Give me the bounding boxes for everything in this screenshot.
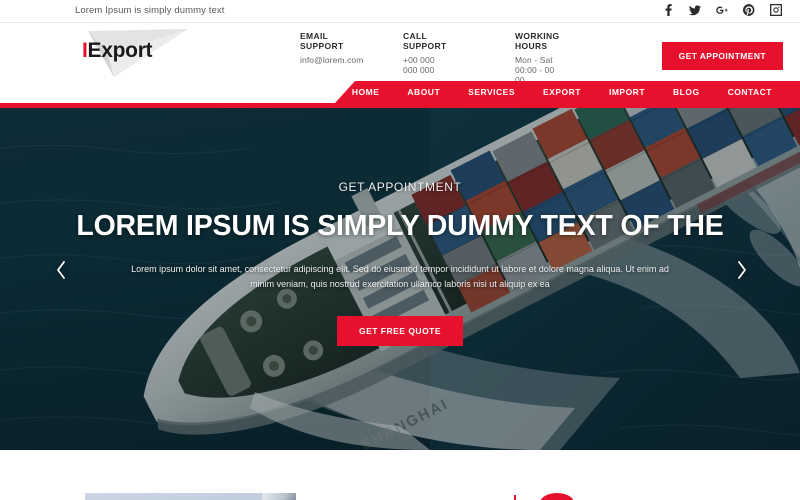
hero-carousel: SHANGHAI GET APPOINTMENT LOREM IPSUM IS … [0,108,800,450]
top-bar: Lorem Ipsum is simply dummy text [0,0,800,23]
page-root: Lorem Ipsum is simply dummy text IExport… [0,0,800,500]
main-navigation: HOME ABOUT SERVICES EXPORT IMPORT BLOG C… [0,81,800,108]
nav-list: HOME ABOUT SERVICES EXPORT IMPORT BLOG C… [345,81,800,103]
logo[interactable]: IExport [70,27,200,79]
hero-content: GET APPOINTMENT LOREM IPSUM IS SIMPLY DU… [0,180,800,347]
get-appointment-button[interactable]: GET APPOINTMENT [661,42,783,70]
instagram-icon[interactable] [770,4,782,16]
contact-email-value[interactable]: info@lorem.com [300,55,363,65]
contact-hours-title: WORKING HOURS [515,31,560,51]
nav-item-contact[interactable]: CONTACT [714,87,786,97]
google-plus-icon[interactable] [716,4,728,16]
nav-item-blog[interactable]: BLOG [659,87,714,97]
top-bar-tagline: Lorem Ipsum is simply dummy text [75,5,225,16]
accent-line-peek [514,495,516,500]
facebook-icon[interactable] [662,4,674,16]
site-header: IExport EMAIL SUPPORT info@lorem.com CAL… [0,23,800,85]
carousel-prev-icon[interactable] [48,257,74,283]
nav-item-import[interactable]: IMPORT [595,87,659,97]
service-image-tip-peek [262,493,296,500]
service-image-peek [85,493,280,500]
contact-email-title: EMAIL SUPPORT [300,31,344,51]
twitter-icon[interactable] [689,4,701,16]
contact-hours: WORKING HOURS Mon - Sat 00:00 - 00 00 [515,31,559,85]
nav-item-home[interactable]: HOME [338,87,394,97]
carousel-next-icon[interactable] [729,257,755,283]
logo-word: Export [87,39,153,62]
nav-item-services[interactable]: SERVICES [454,87,529,97]
social-links [662,4,782,16]
next-section-peek [0,450,800,500]
contact-phone: CALL SUPPORT +00 000 000 000 [403,31,447,75]
next-section-content-sliver [0,493,800,500]
nav-item-about[interactable]: ABOUT [393,87,454,97]
hero-paragraph: Lorem ipsum dolor sit amet, consectetur … [131,264,669,290]
contact-phone-value[interactable]: +00 000 000 000 [403,55,447,75]
accent-circle-peek [540,493,574,500]
logo-text: IExport [82,39,153,63]
nav-item-export[interactable]: EXPORT [529,87,595,97]
contact-phone-title: CALL SUPPORT [403,31,447,51]
contact-email: EMAIL SUPPORT info@lorem.com [300,31,363,65]
get-free-quote-button[interactable]: GET FREE QUOTE [336,316,464,347]
hero-title: LOREM IPSUM IS SIMPLY DUMMY TEXT OF THE [76,210,724,242]
pinterest-icon[interactable] [743,4,755,16]
hero-kicker: GET APPOINTMENT [338,180,462,194]
